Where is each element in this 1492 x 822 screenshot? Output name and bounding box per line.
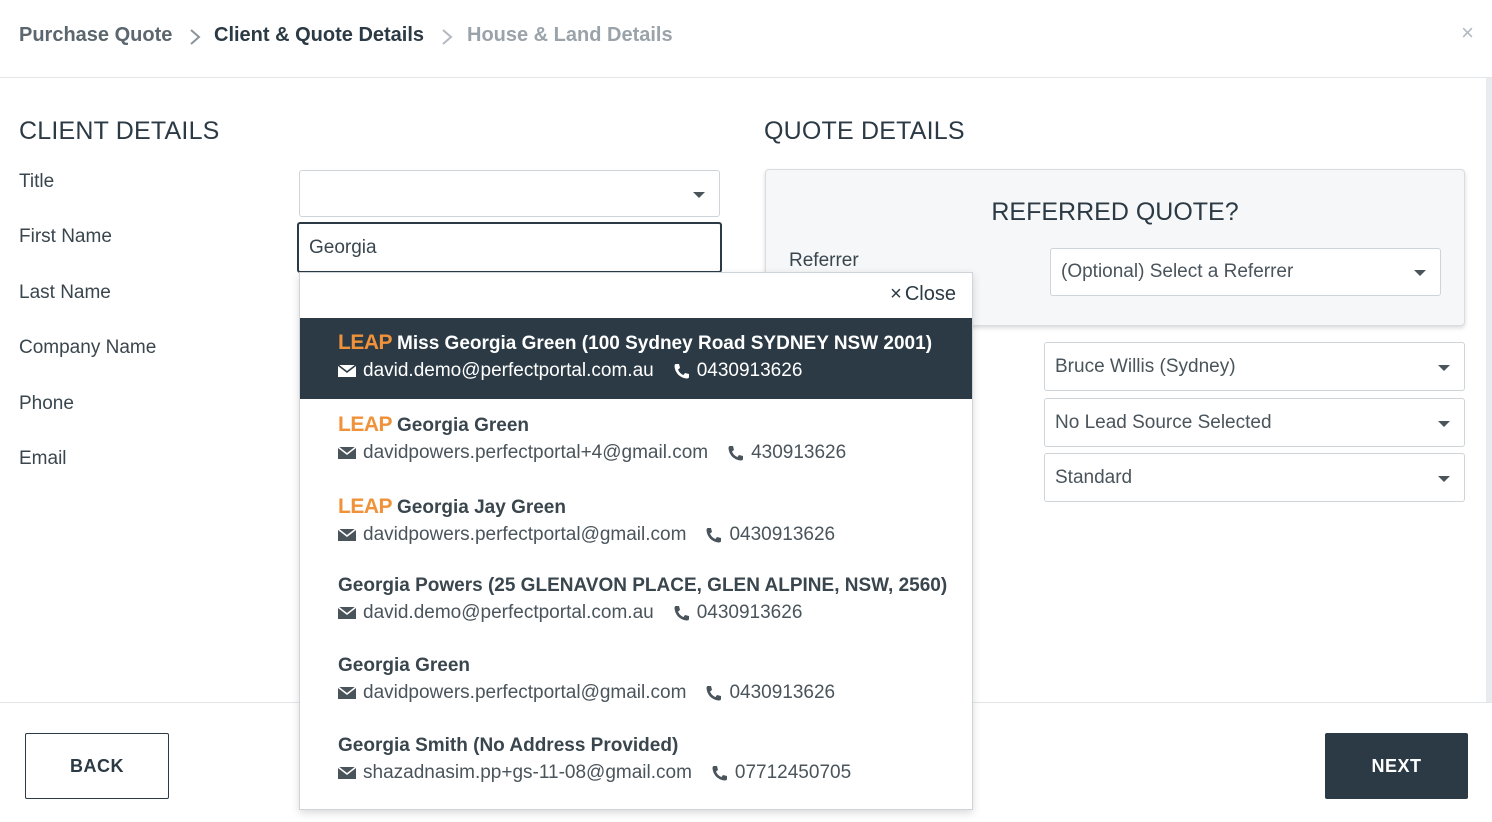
- dropdown-close-button[interactable]: × Close: [890, 283, 956, 306]
- lead-source-select-value: No Lead Source Selected: [1055, 411, 1272, 433]
- option-phone: 0430913626: [696, 602, 803, 623]
- first-name-input[interactable]: Georgia: [297, 222, 722, 273]
- envelope-icon: [337, 527, 357, 543]
- envelope-icon: [337, 363, 357, 379]
- breadcrumb-client-quote-details[interactable]: Client & Quote Details: [214, 24, 424, 47]
- option-email: davidpowers.perfectportal+4@gmail.com: [363, 442, 709, 463]
- caret-down-icon: [693, 191, 705, 198]
- phone-icon: [710, 765, 728, 781]
- option-name: Georgia Powers (25 GLENAVON PLACE, GLEN …: [338, 575, 948, 596]
- autocomplete-option[interactable]: LEAP Miss Georgia Green (100 Sydney Road…: [300, 318, 972, 399]
- option-name: Miss Georgia Green (100 Sydney Road SYDN…: [397, 333, 933, 354]
- client-details-title: CLIENT DETAILS: [19, 117, 220, 145]
- option-name: Georgia Green: [397, 415, 530, 436]
- autocomplete-option[interactable]: Georgia Green davidpowers.perfectportal@…: [300, 641, 972, 721]
- option-phone: 430913626: [751, 442, 847, 463]
- back-button[interactable]: BACK: [25, 733, 169, 799]
- leap-badge: LEAP: [338, 495, 393, 518]
- caret-down-icon: [1414, 270, 1426, 276]
- envelope-icon: [337, 685, 357, 701]
- option-email: david.demo@perfectportal.com.au: [363, 360, 654, 381]
- quote-details-title: QUOTE DETAILS: [764, 117, 965, 145]
- phone-icon: [726, 445, 744, 461]
- envelope-icon: [337, 765, 357, 781]
- autocomplete-option[interactable]: Georgia Powers (25 GLENAVON PLACE, GLEN …: [300, 561, 972, 641]
- next-button[interactable]: NEXT: [1325, 733, 1468, 799]
- autocomplete-option[interactable]: LEAP Georgia Green davidpowers.perfectpo…: [300, 399, 972, 481]
- lead-source-select[interactable]: No Lead Source Selected: [1044, 398, 1465, 447]
- chevron-right-icon: [438, 26, 456, 48]
- option-phone: 0430913626: [729, 524, 836, 545]
- consultant-select-value: Bruce Willis (Sydney): [1055, 355, 1236, 377]
- email-label: Email: [19, 448, 67, 469]
- breadcrumb-purchase-quote[interactable]: Purchase Quote: [19, 24, 172, 47]
- close-modal-icon[interactable]: ×: [1461, 20, 1474, 46]
- phone-icon: [704, 685, 722, 701]
- company-name-label: Company Name: [19, 337, 157, 358]
- client-autocomplete-dropdown: × Close LEAP Miss Georgia Green (100 Syd…: [299, 272, 973, 810]
- quote-type-select[interactable]: Standard: [1044, 453, 1465, 502]
- envelope-icon: [337, 445, 357, 461]
- first-name-label: First Name: [19, 226, 112, 247]
- phone-icon: [672, 605, 690, 621]
- quote-type-select-value: Standard: [1055, 466, 1133, 488]
- option-email: davidpowers.perfectportal@gmail.com: [363, 524, 687, 545]
- last-name-label: Last Name: [19, 282, 111, 303]
- phone-icon: [672, 363, 690, 379]
- autocomplete-option[interactable]: Georgia Smith (No Address Provided) shaz…: [300, 721, 972, 809]
- referrer-label: Referrer: [789, 250, 859, 271]
- caret-down-icon: [1438, 475, 1450, 482]
- option-email: davidpowers.perfectportal@gmail.com: [363, 682, 687, 703]
- leap-badge: LEAP: [338, 331, 393, 354]
- autocomplete-option[interactable]: LEAP Georgia Jay Green davidpowers.perfe…: [300, 481, 972, 561]
- scrollbar[interactable]: [1486, 78, 1492, 702]
- option-email: david.demo@perfectportal.com.au: [363, 602, 654, 623]
- phone-label: Phone: [19, 393, 74, 414]
- dropdown-close-label: Close: [904, 283, 956, 305]
- title-select[interactable]: [299, 170, 720, 217]
- option-name: Georgia Green: [338, 655, 470, 676]
- caret-down-icon: [1438, 364, 1450, 371]
- close-icon: ×: [890, 283, 902, 305]
- title-label: Title: [19, 171, 55, 192]
- phone-icon: [704, 527, 722, 543]
- chevron-right-icon: [186, 26, 204, 48]
- option-name: Georgia Smith (No Address Provided): [338, 735, 679, 756]
- leap-badge: LEAP: [338, 413, 393, 436]
- referrer-select[interactable]: (Optional) Select a Referrer: [1050, 248, 1441, 296]
- option-email: shazadnasim.pp+gs-11-08@gmail.com: [363, 762, 692, 783]
- caret-down-icon: [1438, 420, 1450, 427]
- consultant-select[interactable]: Bruce Willis (Sydney): [1044, 342, 1465, 391]
- option-phone: 0430913626: [729, 682, 836, 703]
- option-name: Georgia Jay Green: [397, 497, 566, 518]
- referred-quote-title: REFERRED QUOTE?: [991, 198, 1239, 226]
- envelope-icon: [337, 605, 357, 621]
- breadcrumb-house-land-details[interactable]: House & Land Details: [467, 24, 673, 47]
- first-name-value: Georgia: [309, 236, 377, 258]
- referrer-select-value: (Optional) Select a Referrer: [1061, 261, 1294, 282]
- option-phone: 0430913626: [696, 360, 803, 381]
- wizard-header: Purchase Quote Client & Quote Details Ho…: [0, 0, 1492, 78]
- option-phone: 07712450705: [734, 762, 852, 783]
